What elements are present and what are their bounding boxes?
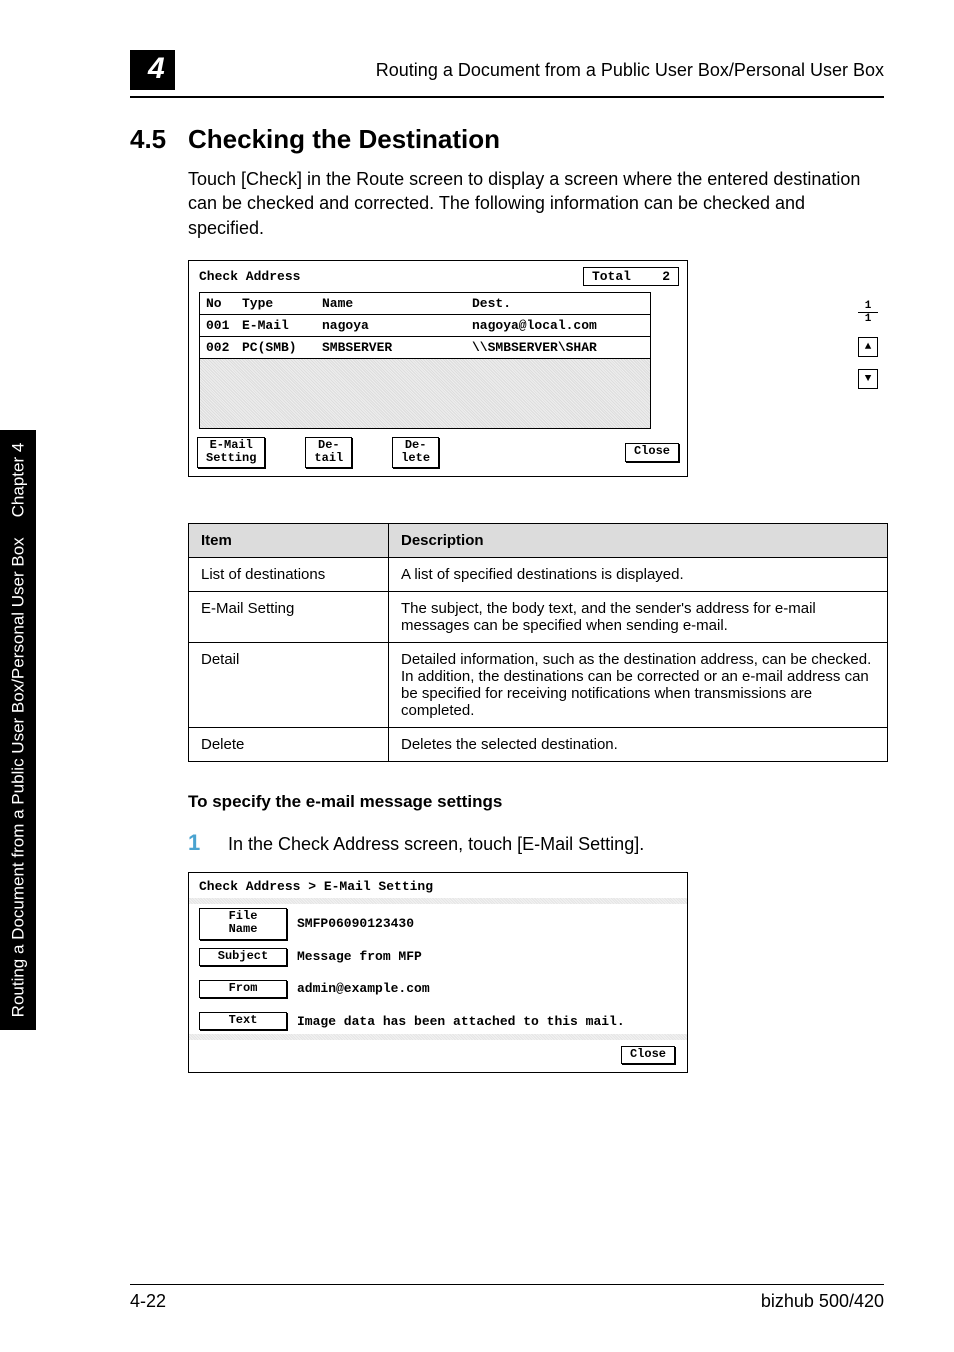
chapter-number-badge: 4: [130, 50, 175, 90]
cell-desc: Deletes the selected destination.: [389, 728, 888, 762]
table-row: Delete Deletes the selected destination.: [189, 728, 888, 762]
cell-item: E-Mail Setting: [189, 592, 389, 643]
arrow-down-icon: ▼: [865, 373, 872, 385]
cell-dest: \\SMBSERVER\SHAR: [472, 340, 644, 355]
procedure-subhead: To specify the e-mail message settings: [188, 792, 884, 812]
subject-button[interactable]: Subject: [199, 948, 287, 966]
step-1: 1 In the Check Address screen, touch [E-…: [188, 830, 884, 856]
footer-model: bizhub 500/420: [761, 1291, 884, 1312]
total-value: 2: [662, 269, 670, 284]
page-header: 4 Routing a Document from a Public User …: [130, 50, 884, 98]
col-type: Type: [242, 296, 322, 311]
page-indicator-col: 1 1 ▲ ▼: [858, 300, 878, 389]
detail-button[interactable]: De- tail: [305, 437, 352, 468]
cell-desc: Detailed information, such as the destin…: [389, 643, 888, 728]
th-desc: Description: [389, 524, 888, 558]
destination-table: No Type Name Dest. 001 E-Mail nagoya nag…: [199, 292, 651, 359]
cell-name: SMBSERVER: [322, 340, 472, 355]
email-setting-screen: Check Address > E-Mail Setting File Name…: [188, 872, 688, 1073]
cell-no: 001: [206, 318, 242, 333]
side-tab-title: Routing a Document from a Public User Bo…: [8, 537, 28, 1017]
col-dest: Dest.: [472, 296, 644, 311]
col-name: Name: [322, 296, 472, 311]
from-button[interactable]: From: [199, 980, 287, 998]
arrow-up-icon: ▲: [865, 341, 872, 353]
step-number: 1: [188, 830, 228, 856]
section-heading: 4.5 Checking the Destination: [130, 124, 884, 155]
side-tab: Routing a Document from a Public User Bo…: [0, 430, 36, 1030]
cell-type: E-Mail: [242, 318, 322, 333]
empty-list-area: [199, 359, 651, 429]
cell-no: 002: [206, 340, 242, 355]
email-setting-title: Check Address > E-Mail Setting: [189, 877, 687, 898]
table-row: List of destinations A list of specified…: [189, 558, 888, 592]
subject-value: Message from MFP: [297, 949, 677, 964]
from-value: admin@example.com: [297, 981, 677, 996]
table-header-row: No Type Name Dest.: [200, 293, 650, 315]
check-address-title: Check Address: [199, 269, 583, 284]
page-total: 1: [858, 313, 878, 325]
cell-type: PC(SMB): [242, 340, 322, 355]
running-head: Routing a Document from a Public User Bo…: [199, 60, 884, 81]
section-intro: Touch [Check] in the Route screen to dis…: [188, 167, 884, 240]
table-row: E-Mail Setting The subject, the body tex…: [189, 592, 888, 643]
table-row[interactable]: 002 PC(SMB) SMBSERVER \\SMBSERVER\SHAR: [200, 337, 650, 358]
cell-desc: The subject, the body text, and the send…: [389, 592, 888, 643]
section-number: 4.5: [130, 124, 188, 155]
scroll-up-button[interactable]: ▲: [858, 337, 878, 357]
col-no: No: [206, 296, 242, 311]
check-address-screen: Check Address Total 2 No Type Name Dest.…: [188, 260, 688, 477]
table-row[interactable]: 001 E-Mail nagoya nagoya@local.com: [200, 315, 650, 337]
footer-page: 4-22: [130, 1291, 166, 1312]
table-row: Detail Detailed information, such as the…: [189, 643, 888, 728]
cell-item: List of destinations: [189, 558, 389, 592]
file-name-value: SMFP06090123430: [297, 916, 677, 931]
close-button[interactable]: Close: [621, 1046, 675, 1064]
cell-desc: A list of specified destinations is disp…: [389, 558, 888, 592]
section-title: Checking the Destination: [188, 124, 500, 155]
description-table: Item Description List of destinations A …: [188, 523, 888, 762]
page-current: 1: [858, 300, 878, 313]
cell-name: nagoya: [322, 318, 472, 333]
email-setting-button[interactable]: E-Mail Setting: [197, 437, 265, 468]
total-label: Total: [592, 269, 631, 284]
text-value: Image data has been attached to this mai…: [297, 1014, 677, 1029]
side-tab-chapter: Chapter 4: [8, 443, 28, 518]
close-button[interactable]: Close: [625, 443, 679, 461]
file-name-button[interactable]: File Name: [199, 908, 287, 939]
total-box: Total 2: [583, 267, 679, 286]
cell-item: Delete: [189, 728, 389, 762]
cell-dest: nagoya@local.com: [472, 318, 644, 333]
delete-button[interactable]: De- lete: [392, 437, 439, 468]
text-button[interactable]: Text: [199, 1012, 287, 1030]
th-item: Item: [189, 524, 389, 558]
scroll-down-button[interactable]: ▼: [858, 369, 878, 389]
page-footer: 4-22 bizhub 500/420: [0, 1284, 954, 1312]
cell-item: Detail: [189, 643, 389, 728]
step-text: In the Check Address screen, touch [E-Ma…: [228, 830, 644, 856]
